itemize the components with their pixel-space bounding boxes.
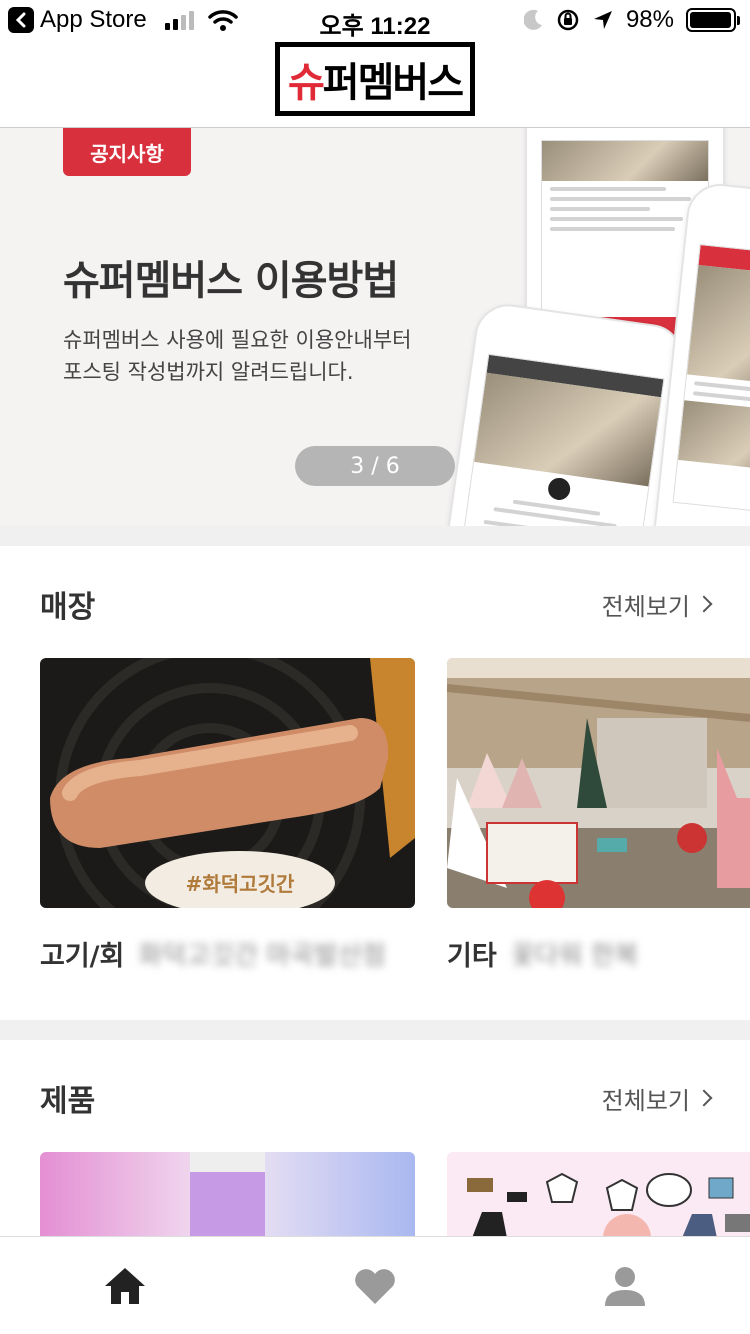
logo-text-rest: 퍼멤버스 <box>322 60 464 106</box>
store-name: 꽃다워 한복 <box>510 941 639 971</box>
battery-percent: 98% <box>625 6 674 33</box>
moon-icon <box>523 9 542 30</box>
store-category: 기타 <box>447 941 497 972</box>
rotation-lock-icon <box>557 9 579 31</box>
location-arrow-icon <box>593 11 612 29</box>
product-card[interactable] <box>447 1152 750 1238</box>
store-card-label: 기타 꽃다워 한복 <box>447 934 750 973</box>
product-card[interactable] <box>40 1152 415 1238</box>
app-header: 슈 퍼멤버스 <box>0 42 750 128</box>
home-icon <box>105 1267 145 1304</box>
tab-favorites[interactable] <box>335 1256 415 1316</box>
chevron-right-icon <box>695 1089 713 1107</box>
section-divider <box>0 1020 750 1040</box>
banner-title: 슈퍼멤버스 이용방법 <box>63 258 399 304</box>
product-card-image <box>40 1152 415 1238</box>
battery-icon <box>686 8 740 32</box>
bottom-tab-bar <box>0 1236 750 1334</box>
stores-section: 매장 전체보기 #화덕고깃간 고기/회 화덕고깃간 마곡발산점 기타 꽃다워 한… <box>0 546 750 1020</box>
products-section-header: 제품 전체보기 <box>40 1068 713 1128</box>
app-logo[interactable]: 슈 퍼멤버스 <box>275 42 475 116</box>
products-section-title: 제품 <box>40 1084 96 1119</box>
heart-icon <box>355 1268 395 1304</box>
notice-tag: 공지사항 <box>63 128 191 176</box>
products-section: 제품 전체보기 <box>0 1040 750 1240</box>
product-card-image <box>447 1152 750 1238</box>
logo-text: 슈 <box>287 60 325 106</box>
tab-home[interactable] <box>85 1256 165 1316</box>
notice-banner[interactable]: 공지사항 슈퍼멤버스 이용방법 슈퍼멤버스 사용에 필요한 이용안내부터 포스팅… <box>0 128 750 526</box>
section-divider <box>0 526 750 546</box>
status-right: 98% <box>523 6 740 34</box>
banner-pager: 3 / 6 <box>295 446 455 486</box>
svg-text:#화덕고깃간: #화덕고깃간 <box>186 872 295 896</box>
store-category: 고기/회 <box>40 941 125 972</box>
see-all-label: 전체보기 <box>601 1086 690 1115</box>
see-all-label: 전체보기 <box>601 592 690 621</box>
stores-section-title: 매장 <box>40 590 96 625</box>
person-icon <box>605 1266 645 1306</box>
status-bar: App Store 오후 11:22 98% <box>0 0 750 42</box>
stores-see-all-link[interactable]: 전체보기 <box>601 587 713 622</box>
store-card-image: #화덕고깃간 <box>40 658 415 908</box>
store-name: 화덕고깃간 마곡발산점 <box>138 941 386 971</box>
store-card-label: 고기/회 화덕고깃간 마곡발산점 <box>40 934 415 973</box>
products-see-all-link[interactable]: 전체보기 <box>601 1081 713 1116</box>
banner-description: 슈퍼멤버스 사용에 필요한 이용안내부터 포스팅 작성법까지 알려드립니다. <box>63 328 412 384</box>
store-card[interactable]: 기타 꽃다워 한복 <box>447 658 750 973</box>
phone-mockup-illustration <box>432 300 688 526</box>
store-card[interactable]: #화덕고깃간 고기/회 화덕고깃간 마곡발산점 <box>40 658 415 973</box>
store-card-image <box>447 658 750 908</box>
tab-profile[interactable] <box>585 1256 665 1316</box>
chevron-right-icon <box>695 595 713 613</box>
stores-section-header: 매장 전체보기 <box>40 574 713 634</box>
